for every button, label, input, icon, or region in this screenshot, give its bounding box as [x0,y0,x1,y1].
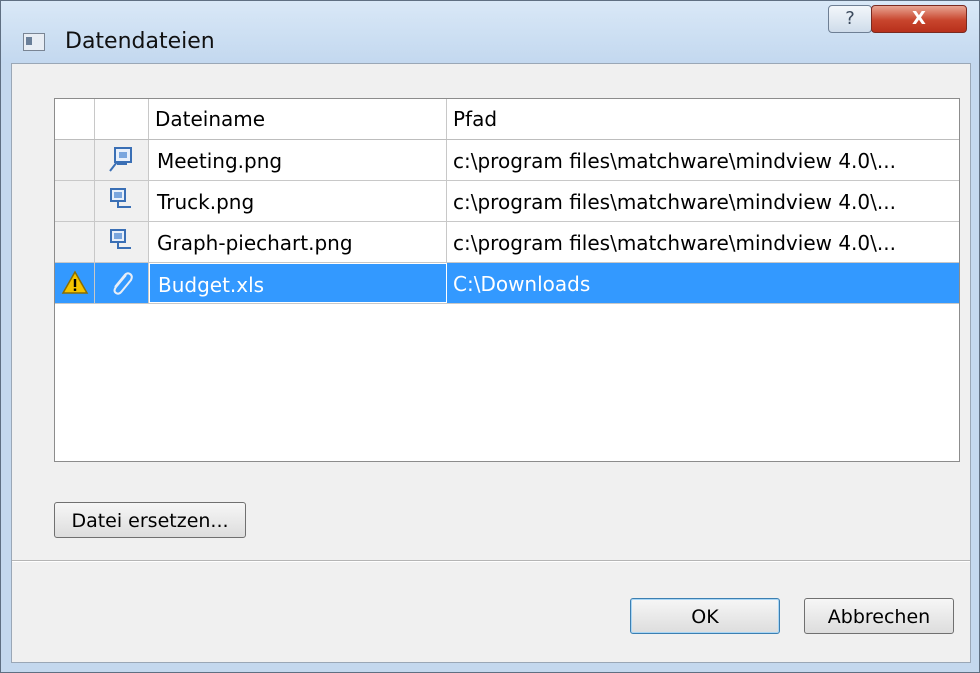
row-gutter [55,263,95,303]
divider-highlight [12,561,970,562]
table-header: Dateiname Pfad [55,99,959,140]
close-button[interactable]: X [871,5,967,33]
row-icon-cell [95,263,149,303]
file-name-cell: Truck.png [149,181,447,221]
row-gutter [55,140,95,180]
title-bar: Datendateien ? X [1,1,979,63]
image-file-icon [110,229,131,249]
cancel-button[interactable]: Abbrechen [804,598,954,634]
file-name-cell[interactable]: Budget.xls [149,263,447,303]
dialog-content: Dateiname Pfad Meeting.png c:\program fi… [11,63,971,663]
image-file-icon [110,188,131,208]
file-path-cell: C:\Downloads [453,272,591,296]
data-files-table: Dateiname Pfad Meeting.png c:\program fi… [54,98,960,462]
replace-file-button[interactable]: Datei ersetzen... [54,502,246,538]
column-header-dateiname[interactable]: Dateiname [149,99,447,139]
table-row[interactable]: Meeting.png c:\program files\matchware\m… [55,140,959,181]
paperclip-icon [113,272,133,295]
datendateien-dialog: Datendateien ? X Dateiname Pfad Meeting.… [0,0,980,673]
table-row[interactable]: Graph-piechart.png c:\program files\matc… [55,222,959,263]
row-gutter [55,222,95,262]
warning-icon [61,270,89,294]
app-icon [23,33,45,51]
file-path-cell: c:\program files\matchware\mindview 4.0\… [453,149,896,173]
row-icon-cell [95,181,149,221]
ok-button[interactable]: OK [630,598,780,634]
table-row[interactable]: Truck.png c:\program files\matchware\min… [55,181,959,222]
table-row-selected[interactable]: Budget.xls C:\Downloads [55,263,959,304]
header-icon-column [95,99,149,139]
header-gutter [55,99,95,139]
column-header-pfad[interactable]: Pfad [447,99,959,139]
file-path-cell: c:\program files\matchware\mindview 4.0\… [453,190,896,214]
row-gutter [55,181,95,221]
file-name-cell: Graph-piechart.png [149,222,447,262]
file-name-cell: Meeting.png [149,140,447,180]
file-path-cell: c:\program files\matchware\mindview 4.0\… [453,231,896,255]
row-icon-cell [95,222,149,262]
help-button[interactable]: ? [828,5,872,33]
image-file-icon [109,147,132,172]
row-icon-cell [95,140,149,180]
window-title: Datendateien [65,29,215,54]
